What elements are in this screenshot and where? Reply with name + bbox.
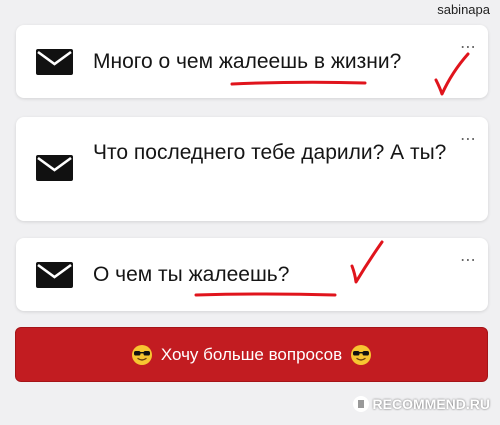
question-card[interactable]: Что последнего тебе дарили? А ты? ⋯ (16, 117, 488, 221)
more-questions-button[interactable]: Хочу больше вопросов (15, 327, 488, 382)
question-card[interactable]: Много о чем жалеешь в жизни? ⋯ (16, 25, 488, 98)
sunglasses-emoji-icon (351, 344, 372, 365)
sunglasses-emoji-icon (131, 344, 152, 365)
more-dots-icon[interactable]: ⋯ (460, 132, 476, 148)
recommend-logo-icon (352, 396, 369, 412)
envelope-icon (36, 262, 73, 288)
site-watermark: RECOMMEND.RU (352, 396, 490, 412)
site-watermark-text: RECOMMEND.RU (372, 396, 490, 412)
question-card[interactable]: О чем ты жалеешь? ⋯ (16, 238, 488, 311)
question-text: Что последнего тебе дарили? А ты? (93, 141, 447, 164)
question-text: О чем ты жалеешь? (93, 263, 290, 286)
more-questions-label: Хочу больше вопросов (160, 344, 343, 364)
author-watermark: sabinapa (437, 2, 490, 17)
envelope-icon (36, 49, 73, 75)
more-dots-icon[interactable]: ⋯ (460, 253, 476, 269)
more-dots-icon[interactable]: ⋯ (460, 40, 476, 56)
question-text: Много о чем жалеешь в жизни? (93, 50, 402, 73)
envelope-icon (36, 155, 73, 181)
